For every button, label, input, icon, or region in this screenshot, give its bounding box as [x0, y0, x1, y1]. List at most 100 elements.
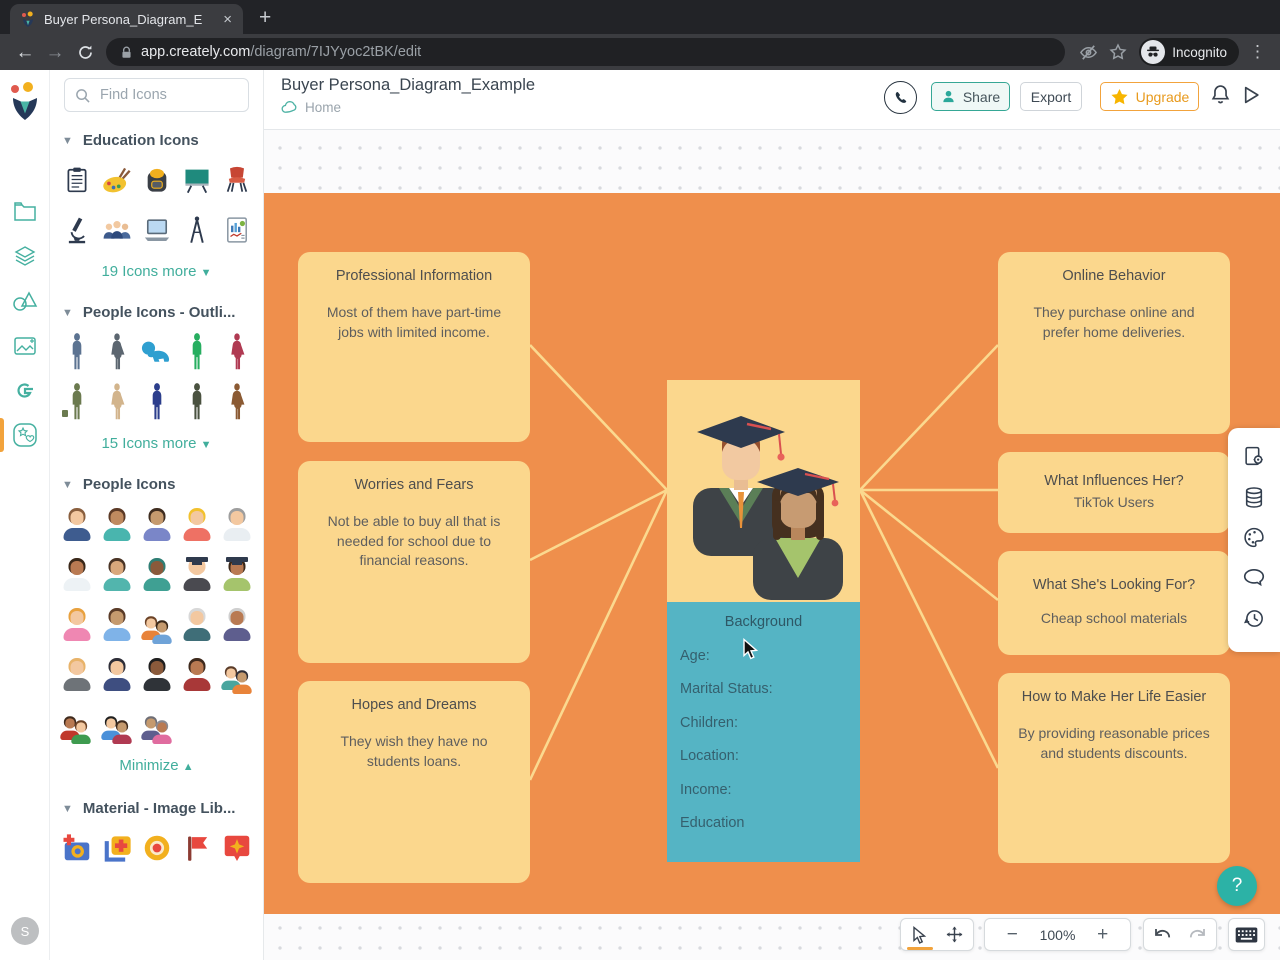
card-how-to-make-her-life-easier[interactable]: How to Make Her Life Easier By providing…: [998, 673, 1230, 863]
sparkle-pin-icon[interactable]: [220, 829, 254, 867]
bookmark-star-icon[interactable]: [1103, 37, 1133, 67]
help-button[interactable]: ?: [1217, 866, 1257, 906]
new-tab-button[interactable]: +: [259, 7, 271, 28]
standing-woman-tan[interactable]: [100, 383, 134, 421]
search-box[interactable]: [64, 78, 249, 112]
education-more-link[interactable]: 19 Icons more ▼: [50, 263, 263, 280]
flag-icon[interactable]: [180, 829, 214, 867]
family[interactable]: [140, 605, 174, 643]
sidebar-item-google-images[interactable]: [0, 371, 50, 411]
history-icon[interactable]: [1242, 607, 1266, 635]
nurse[interactable]: [100, 555, 134, 593]
microscope-icon[interactable]: [60, 211, 94, 249]
standing-man-navy[interactable]: [140, 383, 174, 421]
target-icon[interactable]: [140, 829, 174, 867]
undo-button[interactable]: [1147, 919, 1179, 950]
chalkboard-icon[interactable]: [180, 161, 214, 199]
redo-button[interactable]: [1181, 919, 1213, 950]
search-input[interactable]: [98, 86, 228, 104]
female-graduate[interactable]: [220, 555, 254, 593]
woman-blonde[interactable]: [180, 505, 214, 543]
add-photo-icon[interactable]: [60, 829, 94, 867]
card-hopes-and-dreams[interactable]: Hopes and Dreams They wish they have no …: [298, 681, 530, 883]
comments-icon[interactable]: [1242, 567, 1266, 594]
export-button[interactable]: Export: [1020, 82, 1082, 111]
notifications-button[interactable]: [1210, 84, 1231, 111]
zoom-in-button[interactable]: +: [1088, 919, 1118, 950]
data-icon[interactable]: [1242, 486, 1266, 514]
select-tool[interactable]: [904, 919, 936, 950]
woman-red[interactable]: [180, 655, 214, 693]
call-button[interactable]: [884, 81, 917, 114]
back-button[interactable]: ←: [10, 37, 40, 67]
crawling-baby[interactable]: [140, 333, 174, 371]
preview-hidden-icon[interactable]: [1073, 37, 1103, 67]
businessman[interactable]: [60, 655, 94, 693]
card-worries-and-fears[interactable]: Worries and Fears Not be able to buy all…: [298, 461, 530, 663]
drawing-compass-icon[interactable]: [180, 211, 214, 249]
page-settings-icon[interactable]: [1243, 445, 1266, 473]
document-title[interactable]: Buyer Persona_Diagram_Example: [281, 76, 535, 95]
standing-man-olive[interactable]: [180, 383, 214, 421]
card-online-behavior[interactable]: Online Behavior They purchase online and…: [998, 252, 1230, 434]
card-what-shes-looking-for[interactable]: What She's Looking For? Cheap school mat…: [998, 551, 1230, 655]
theme-palette-icon[interactable]: [1242, 526, 1266, 554]
paint-palette-icon[interactable]: [100, 161, 134, 199]
backpack-icon[interactable]: [140, 161, 174, 199]
laptop-icon[interactable]: [140, 211, 174, 249]
persona-figure-card[interactable]: [667, 380, 860, 602]
diagram-canvas[interactable]: Professional Information Most of them ha…: [264, 130, 1280, 960]
people-minimize-link[interactable]: Minimize ▲: [50, 757, 263, 774]
businessman-dark[interactable]: [140, 655, 174, 693]
section-education[interactable]: ▼ Education Icons: [62, 132, 263, 149]
zoom-level[interactable]: 100%: [1040, 927, 1076, 943]
female-doctor[interactable]: [60, 555, 94, 593]
section-material[interactable]: ▼ Material - Image Lib...: [62, 800, 263, 817]
family-group[interactable]: [60, 705, 94, 743]
address-bar[interactable]: app.creately.com/diagram/7IJYyoc2tBK/edi…: [106, 38, 1066, 66]
sidebar-item-shape-libraries[interactable]: [0, 236, 50, 276]
share-button[interactable]: Share: [931, 82, 1010, 111]
keyboard-shortcuts-button[interactable]: [1231, 919, 1263, 950]
walking-man[interactable]: [180, 333, 214, 371]
breadcrumb-home[interactable]: Home: [305, 100, 341, 115]
sidebar-item-folder[interactable]: [0, 191, 50, 231]
people-outline-more-link[interactable]: 15 Icons more ▼: [50, 435, 263, 452]
people-group[interactable]: [220, 655, 254, 693]
add-image-icon[interactable]: [100, 829, 134, 867]
old-woman[interactable]: [220, 605, 254, 643]
section-people-outline[interactable]: ▼ People Icons - Outli...: [62, 304, 263, 321]
browser-tab[interactable]: Buyer Persona_Diagram_E ×: [10, 4, 243, 34]
standing-woman-red[interactable]: [220, 333, 254, 371]
standing-woman[interactable]: [100, 333, 134, 371]
chrome-menu-icon[interactable]: ⋮: [1245, 42, 1270, 62]
report-icon[interactable]: [220, 211, 254, 249]
present-button[interactable]: [1242, 85, 1261, 110]
businesswoman[interactable]: [100, 655, 134, 693]
card-what-influences-her[interactable]: What Influences Her? TikTok Users: [998, 452, 1230, 533]
clipboard-icon[interactable]: [60, 161, 94, 199]
upgrade-button[interactable]: Upgrade: [1100, 82, 1199, 111]
background-info-box[interactable]: Background Age: Marital Status: Children…: [667, 602, 860, 862]
standing-man[interactable]: [60, 333, 94, 371]
male-doctor[interactable]: [220, 505, 254, 543]
breadcrumb[interactable]: Home: [281, 100, 341, 115]
zoom-out-button[interactable]: −: [997, 919, 1027, 950]
user-avatar[interactable]: S: [11, 917, 39, 945]
sidebar-item-stickers[interactable]: [0, 415, 50, 455]
school-chair-icon[interactable]: [220, 161, 254, 199]
standing-woman-brown[interactable]: [220, 383, 254, 421]
section-people[interactable]: ▼ People Icons: [62, 476, 263, 493]
man-suit[interactable]: [60, 505, 94, 543]
forward-button[interactable]: →: [40, 37, 70, 67]
sidebar-item-images[interactable]: [0, 326, 50, 366]
man-with-briefcase[interactable]: [60, 383, 94, 421]
pan-tool[interactable]: [938, 919, 970, 950]
baby-boy[interactable]: [100, 605, 134, 643]
card-professional-information[interactable]: Professional Information Most of them ha…: [298, 252, 530, 442]
tab-close-icon[interactable]: ×: [220, 12, 235, 27]
couple[interactable]: [100, 705, 134, 743]
sidebar-item-shapes[interactable]: [0, 281, 50, 321]
reload-button[interactable]: [70, 37, 100, 67]
male-graduate[interactable]: [180, 555, 214, 593]
